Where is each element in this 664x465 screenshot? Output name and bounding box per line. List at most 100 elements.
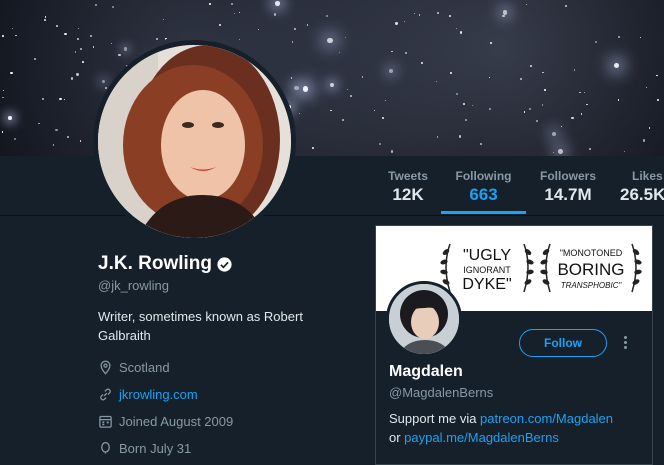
star [449,14,452,17]
star [656,74,658,76]
star [311,147,314,149]
star [588,147,591,150]
star [463,103,466,106]
profile-bio: Writer, sometimes known as Robert Galbra… [98,309,303,343]
stat-tweets[interactable]: Tweets 12K [386,169,430,205]
link-icon [100,388,111,401]
star [52,144,55,146]
star [56,25,59,28]
star [93,46,95,48]
star [395,22,398,25]
star [614,62,620,69]
star [346,88,348,91]
star [488,76,491,78]
star [162,19,164,21]
star [209,3,211,6]
star [82,60,85,63]
star [67,136,69,138]
star [294,85,299,91]
active-tab-indicator [441,211,526,214]
banner-text: "MONOTONED [560,248,623,258]
star [565,4,568,7]
star [535,119,538,123]
star [579,91,581,94]
star [64,33,67,36]
star [471,105,473,107]
patreon-link[interactable]: patreon.com/Magdalen [480,411,613,426]
star [71,77,74,80]
profile-hover-card[interactable]: "UGLY IGNORANT DYKE" "MONOTONED BORING T… [375,225,653,465]
calendar-icon [99,415,112,428]
star [460,31,463,34]
star [291,41,294,43]
profile-website[interactable]: jkrowling.com [98,387,198,402]
stat-value: 14.7M [544,185,592,204]
star [90,34,93,37]
star [55,128,58,132]
star [258,28,260,30]
star [384,100,386,102]
stat-value: 12K [392,185,424,204]
star [327,37,333,43]
star [657,99,660,101]
star [580,113,583,115]
stat-likes[interactable]: Likes 26.5K [620,169,664,205]
stat-following[interactable]: Following 663 [451,169,516,205]
star [291,77,293,79]
star [617,35,621,38]
star [391,51,393,53]
star [436,11,439,15]
profile-avatar[interactable] [93,40,296,243]
star [642,139,645,142]
star [645,86,647,88]
star [326,14,329,17]
star [307,24,309,26]
star [299,113,301,115]
card-avatar[interactable] [386,281,462,357]
star [111,42,113,45]
follow-button[interactable]: Follow [519,329,607,357]
star [420,61,423,64]
star [519,78,522,81]
star [523,111,525,113]
card-bio-text: Support me via [389,411,481,426]
star [465,119,467,122]
website-link[interactable]: jkrowling.com [119,387,198,402]
location-pin-icon [100,360,111,375]
profile-location: Scotland [98,360,170,375]
star [571,116,574,119]
star [489,41,492,44]
star [525,3,527,5]
balloon-icon [101,441,110,454]
star [118,53,121,56]
stat-followers[interactable]: Followers 14.7M [538,169,598,205]
star [418,14,421,16]
star [238,12,241,14]
star [14,138,17,141]
star [123,47,127,51]
star [78,27,80,30]
profile-photo [98,45,291,238]
more-vertical-icon[interactable] [622,336,628,352]
star [530,65,532,68]
star [639,36,641,38]
star [623,151,625,153]
star [436,136,439,138]
card-bio: Support me via patreon.com/Magdalen or p… [389,409,649,447]
stat-value: 663 [469,185,498,204]
profile-birthday: Born July 31 [98,441,191,456]
star [231,2,234,5]
star [557,148,563,154]
star [544,89,547,91]
star [648,127,651,129]
star [345,37,347,39]
location-text: Scotland [119,360,170,375]
card-name[interactable]: Magdalen [389,363,463,381]
star [388,68,394,73]
star [374,110,376,112]
paypal-link[interactable]: paypal.me/MagdalenBerns [404,430,559,445]
star [573,68,576,71]
star [553,152,555,154]
star [101,79,106,84]
star [404,52,407,55]
